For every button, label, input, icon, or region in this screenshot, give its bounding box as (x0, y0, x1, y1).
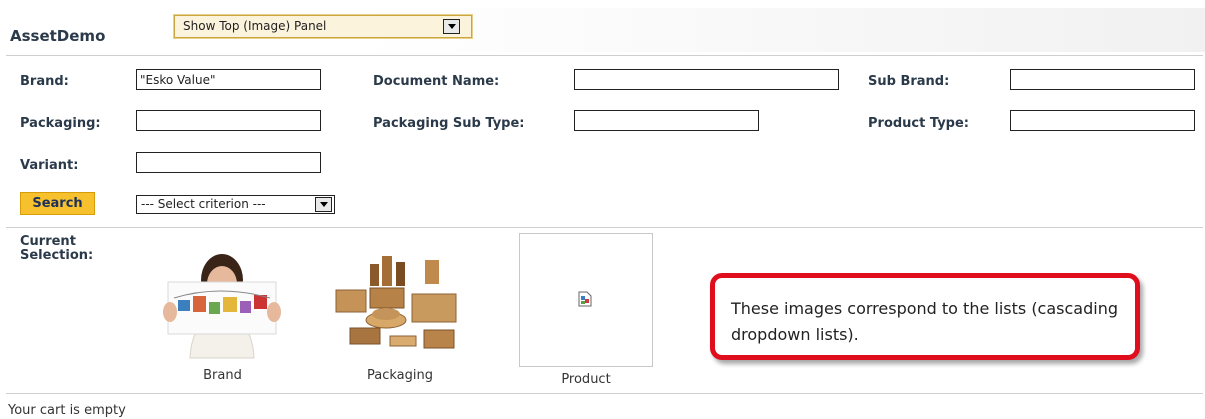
brand-thumbnail[interactable] (160, 240, 285, 360)
current-selection-label: Current Selection: (20, 235, 100, 263)
packaging-label: Packaging: (20, 116, 101, 131)
variant-input[interactable] (136, 152, 321, 173)
product-thumbnail[interactable] (519, 233, 653, 367)
chevron-down-icon[interactable] (443, 19, 460, 34)
packaging-sub-type-label: Packaging Sub Type: (373, 116, 525, 131)
variant-label: Variant: (20, 158, 79, 173)
criterion-select[interactable]: --- Select criterion --- (136, 195, 335, 214)
criterion-select-value: --- Select criterion --- (141, 197, 266, 211)
panel-toggle-select[interactable]: Show Top (Image) Panel (174, 15, 472, 38)
document-name-input[interactable] (574, 69, 839, 90)
broken-image-icon (578, 291, 592, 307)
divider (6, 227, 1203, 228)
packaging-thumbnail[interactable] (330, 250, 470, 360)
cart-status: Your cart is empty (8, 403, 126, 418)
current-selection-text: Current Selection: (20, 234, 94, 263)
app-title: AssetDemo (10, 27, 106, 45)
sub-brand-label: Sub Brand: (868, 74, 950, 89)
brand-label: Brand: (20, 74, 69, 89)
search-button[interactable]: Search (20, 192, 95, 215)
sub-brand-input[interactable] (1010, 69, 1195, 90)
packaging-input[interactable] (136, 110, 321, 131)
divider (6, 55, 1203, 56)
divider (6, 393, 1203, 394)
document-name-label: Document Name: (373, 74, 500, 89)
annotation-callout-text: These images correspond to the lists (ca… (731, 299, 1118, 344)
product-type-input[interactable] (1010, 110, 1195, 131)
packaging-thumbnail-caption: Packaging (367, 368, 433, 383)
product-type-label: Product Type: (868, 116, 969, 131)
chevron-down-icon[interactable] (315, 197, 332, 212)
brand-thumbnail-caption: Brand (203, 368, 242, 383)
product-thumbnail-caption: Product (561, 372, 611, 387)
packaging-sub-type-input[interactable] (574, 110, 759, 131)
panel-select-value: Show Top (Image) Panel (183, 19, 327, 33)
annotation-callout: These images correspond to the lists (ca… (710, 273, 1140, 360)
brand-input[interactable] (136, 69, 321, 90)
